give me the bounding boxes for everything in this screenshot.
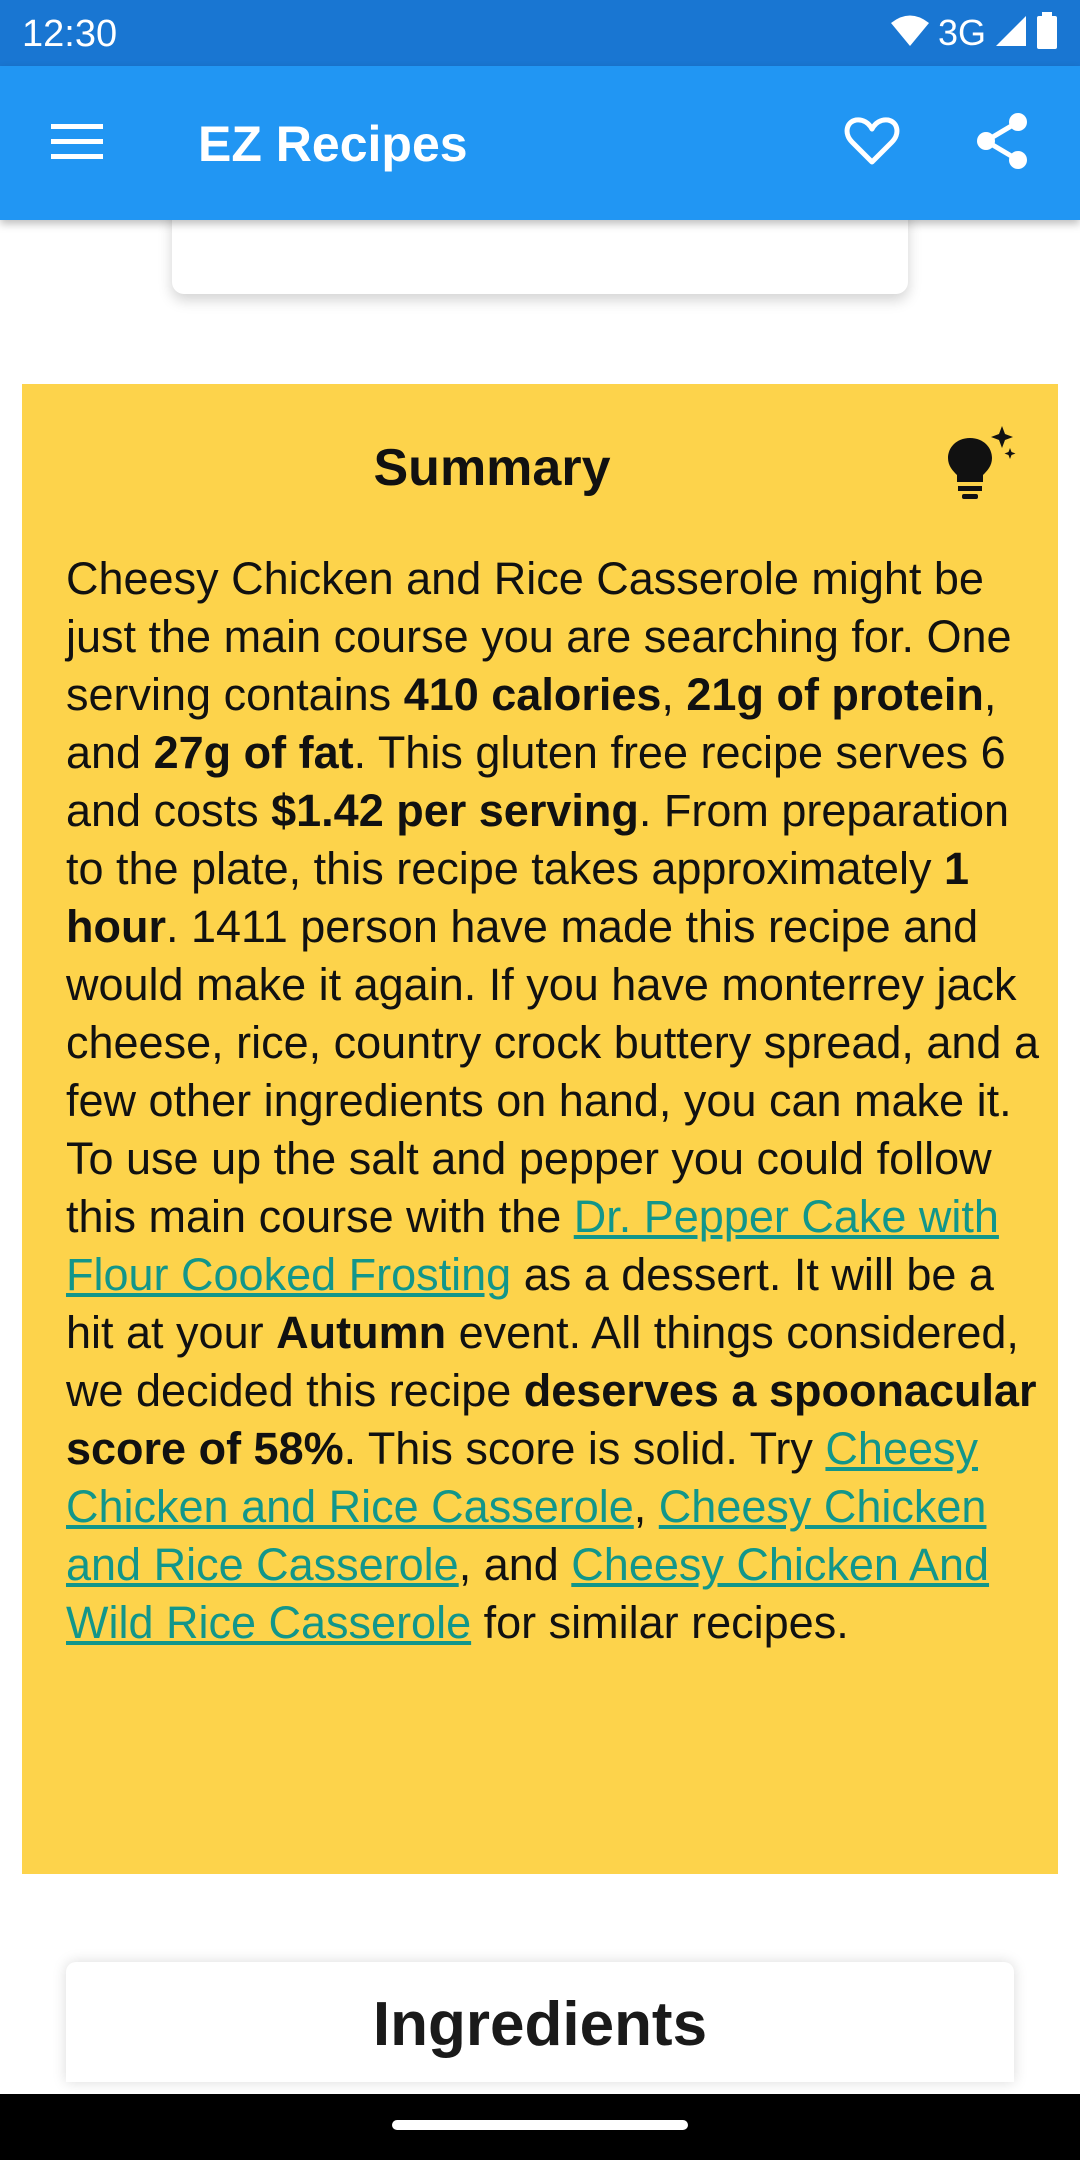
favorite-button[interactable] [836,107,908,179]
status-icons: 3G [890,10,1058,56]
menu-button[interactable] [40,111,114,175]
ingredients-card: Ingredients [66,1962,1014,2082]
summary-text: Cheesy Chicken and Rice Casserole might … [66,550,1046,1652]
summary-fat: 27g of fat [153,727,354,778]
share-icon [975,112,1029,175]
share-button[interactable] [966,107,1038,179]
summary-text-segment: , [633,1481,659,1532]
summary-text-segment: for similar recipes. [471,1597,849,1648]
system-nav-bar [0,2094,1080,2160]
hamburger-menu-icon [51,122,103,165]
heart-outline-icon [844,115,900,172]
status-bar: 12:30 3G [0,0,1080,66]
ingredients-title: Ingredients [372,1990,708,2059]
summary-text-segment: . This score is solid. Try [343,1423,826,1474]
home-gesture-handle[interactable] [392,2120,688,2130]
app-title: EZ Recipes [198,116,468,172]
cell-signal-icon [994,14,1028,53]
network-type: 3G [937,12,986,53]
summary-text-segment: , and [458,1539,572,1590]
app-bar: EZ Recipes [0,66,1080,220]
summary-cost: $1.42 per serving [271,785,639,836]
summary-text-segment: , [661,669,687,720]
battery-icon [1036,11,1058,55]
summary-title: Summary [373,439,611,497]
summary-calories: 410 calories [403,669,662,720]
wifi-icon [890,14,930,53]
summary-protein: 21g of protein [686,669,984,720]
status-time: 12:30 [22,13,118,55]
lightbulb-sparkle-icon [940,426,1020,506]
summary-card: Summary Cheesy Chicken and Rice Casserol… [22,384,1058,1874]
summary-occasion: Autumn [276,1307,447,1358]
